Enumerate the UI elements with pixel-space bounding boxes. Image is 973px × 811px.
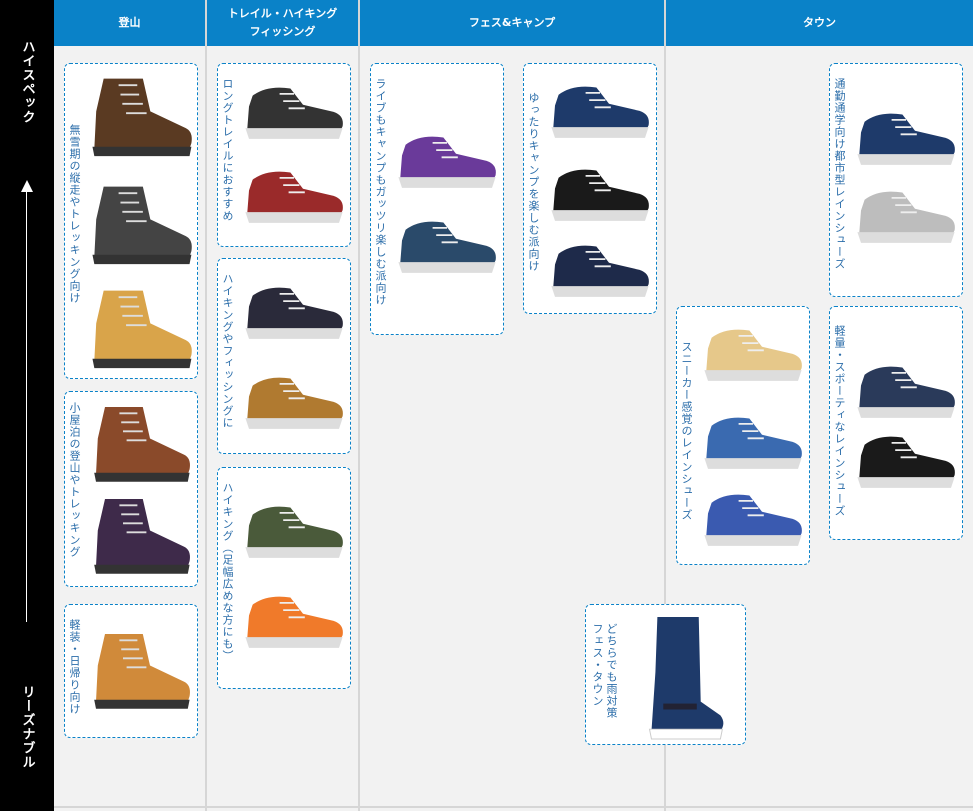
shoe-redbrown-boot-image [87, 400, 195, 486]
shoe-red-trail-image [240, 160, 348, 230]
card-label: ハイキングやフィッシングに [221, 273, 234, 429]
card-label: 通勤通学向け都市型レインシューズ [833, 78, 846, 270]
card-hiking-wide[interactable]: ハイキング（足幅広めな方にも） [217, 467, 351, 689]
card-commute-rain[interactable]: 通勤通学向け都市型レインシューズ [829, 63, 963, 297]
shoe-orange-boot-image [87, 627, 195, 713]
shoe-navy-mid-image [546, 72, 654, 148]
shoe-denim-low-image [699, 485, 807, 551]
card-sporty-rain[interactable]: 軽量・スポーティなレインシューズ [829, 306, 963, 540]
shoe-black-sporty-image [852, 427, 960, 493]
card-label: 軽量・スポーティなレインシューズ [833, 325, 846, 517]
column-header-mountain: 登山 [54, 0, 205, 46]
shoe-purple-boot-image [87, 492, 195, 578]
shoe-black-trail-image [240, 76, 348, 146]
column-header-town: タウン [666, 0, 973, 46]
shoe-denim-mid-image [699, 403, 807, 479]
shoe-black-boot-image [85, 180, 197, 268]
shoe-navy-rainboot-image [634, 613, 730, 741]
card-label: ライブもキャンプもガッツリ楽しむ派向け [374, 78, 387, 306]
card-hiking-fishing[interactable]: ハイキングやフィッシングに [217, 258, 351, 454]
shoe-tan-hiker-image [240, 363, 348, 439]
card-label: ハイキング（足幅広めな方にも） [221, 482, 234, 662]
card-label: 小屋泊の登山やトレッキング [68, 402, 81, 558]
card-sneaker-rain[interactable]: スニーカー感覚のレインシューズ [676, 306, 810, 565]
card-label: 軽装・日帰り向け [68, 619, 81, 715]
column-divider [358, 0, 360, 811]
shoe-slipon-image [546, 236, 654, 302]
card-label: どちらでも雨対策 フェス・タウン [591, 623, 618, 719]
shoe-olive-hiker-image [240, 490, 348, 570]
axis-label-reasonable: リーズナブル [19, 685, 35, 769]
card-label: スニーカー感覚のレインシューズ [680, 341, 693, 521]
axis-label-high-spec: ハイスペック [19, 40, 35, 124]
axis-arrow-up-icon [21, 180, 33, 192]
column-header-trail: トレイル・ハイキング フィッシング [207, 0, 358, 46]
shoe-navy-runner-image [852, 104, 960, 170]
shoe-black-low-image [546, 160, 654, 226]
card-multi-day-trekking[interactable]: 無雪期の縦走やトレッキング向け [64, 63, 198, 379]
shoe-beige-sneaker-image [699, 315, 807, 391]
column-divider [205, 0, 207, 811]
shoe-pattern-low-image [393, 212, 501, 278]
axis-bar: ハイスペック リーズナブル [0, 0, 54, 811]
card-hut-stay-trekking[interactable]: 小屋泊の登山やトレッキング [64, 391, 198, 587]
card-relaxed-camp[interactable]: ゆったりキャンプを楽しむ派向け [523, 63, 657, 314]
card-label: ゆったりキャンプを楽しむ派向け [527, 92, 540, 272]
bottom-border [54, 806, 973, 808]
card-long-trail[interactable]: ロングトレイルにおすすめ [217, 63, 351, 247]
shoe-purple-mid-image [393, 122, 501, 198]
shoe-orange-hiker-image [240, 580, 348, 660]
card-day-hike[interactable]: 軽装・日帰り向け [64, 604, 198, 738]
shoe-brown-boot-image [85, 72, 197, 160]
card-label: ロングトレイルにおすすめ [221, 78, 234, 222]
shoe-navy-sporty-image [852, 357, 960, 423]
shoe-grey-slipon-image [852, 182, 960, 248]
shoe-dark-hiker-image [240, 273, 348, 349]
axis-line [26, 192, 27, 622]
card-rain-fes-town[interactable]: どちらでも雨対策 フェス・タウン [585, 604, 746, 745]
column-header-fes-camp: フェス&キャンプ [360, 0, 664, 46]
shoe-tan-boot-image [85, 284, 197, 372]
card-label: 無雪期の縦走やトレッキング向け [68, 124, 81, 304]
card-live-camp-active[interactable]: ライブもキャンプもガッツリ楽しむ派向け [370, 63, 504, 335]
